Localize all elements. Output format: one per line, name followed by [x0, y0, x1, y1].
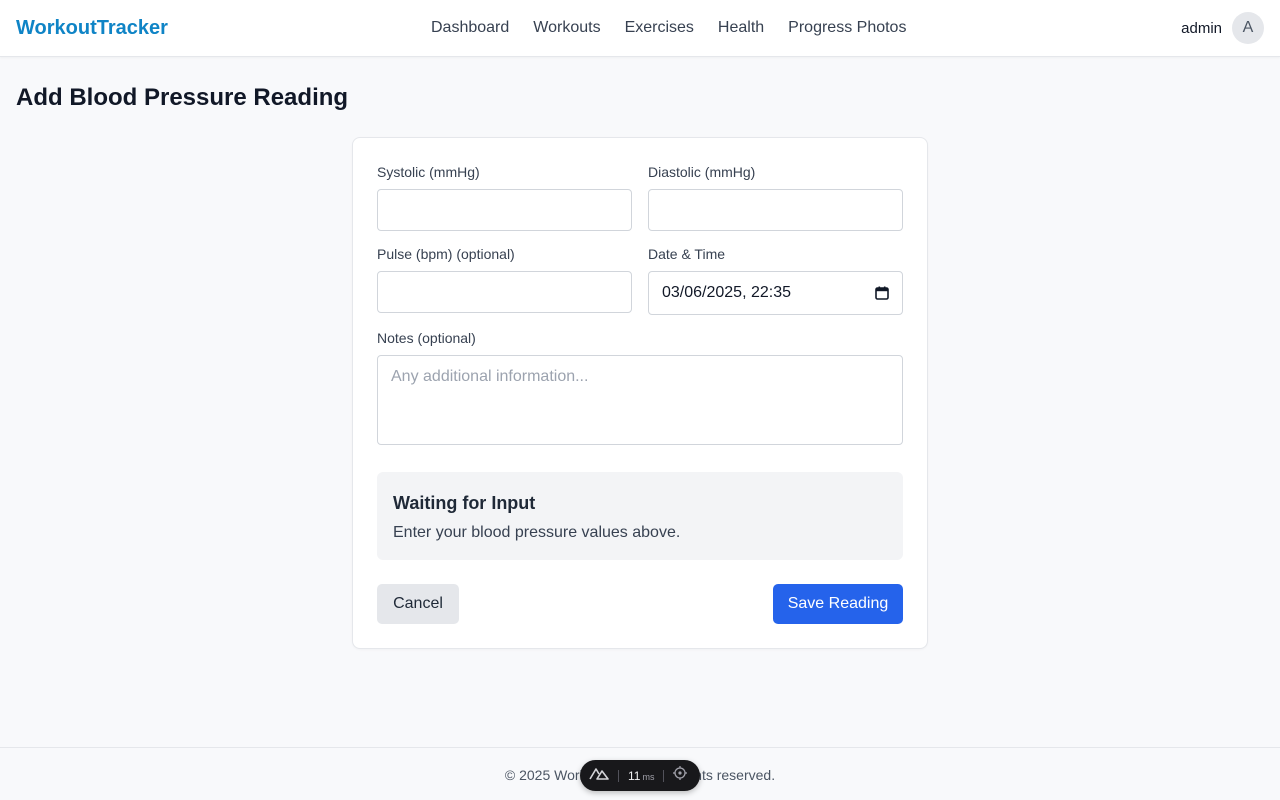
render-time: 11 ms [628, 768, 655, 783]
notes-textarea[interactable] [377, 355, 903, 445]
pulse-label: Pulse (bpm) (optional) [377, 246, 515, 262]
blood-pressure-form: Systolic (mmHg) Diastolic (mmHg) Pulse (… [352, 137, 928, 649]
notes-field: Notes (optional) [377, 330, 903, 450]
status-message: Enter your blood pressure values above. [393, 524, 681, 541]
datetime-label: Date & Time [648, 246, 726, 262]
diastolic-label: Diastolic (mmHg) [648, 164, 756, 180]
systolic-label: Systolic (mmHg) [377, 164, 480, 180]
top-navbar: WorkoutTracker Dashboard Workouts Exerci… [0, 0, 1280, 57]
notes-label: Notes (optional) [377, 330, 476, 346]
crosshair-icon[interactable] [673, 766, 688, 785]
datetime-value: 03/06/2025, 22:35 [662, 284, 792, 301]
status-panel: Waiting for Input Enter your blood press… [377, 472, 903, 560]
diastolic-field: Diastolic (mmHg) [648, 164, 903, 234]
nav-link-dashboard[interactable]: Dashboard [431, 18, 509, 38]
diastolic-input[interactable] [648, 189, 903, 231]
nav-link-exercises[interactable]: Exercises [625, 18, 694, 38]
datetime-field: Date & Time 03/06/2025, 22:35 [648, 246, 903, 316]
calendar-icon[interactable] [875, 286, 889, 300]
main-nav: Dashboard Workouts Exercises Health Prog… [431, 18, 906, 38]
user-menu[interactable]: admin A [1181, 12, 1264, 44]
systolic-field: Systolic (mmHg) [377, 164, 632, 234]
nav-link-health[interactable]: Health [718, 18, 764, 38]
nav-link-workouts[interactable]: Workouts [533, 18, 600, 38]
save-reading-button[interactable]: Save Reading [773, 584, 903, 624]
devtools-toolbar[interactable]: 11 ms [580, 760, 700, 791]
nuxt-logo-icon[interactable] [589, 766, 609, 785]
status-title: Waiting for Input [393, 493, 536, 513]
pulse-input[interactable] [377, 271, 632, 313]
pulse-field: Pulse (bpm) (optional) [377, 246, 632, 316]
cancel-button[interactable]: Cancel [377, 584, 459, 624]
avatar: A [1232, 12, 1264, 44]
username: admin [1181, 19, 1222, 37]
nav-link-progress-photos[interactable]: Progress Photos [788, 18, 906, 38]
devtools-divider [663, 769, 665, 782]
page-title: Add Blood Pressure Reading [16, 84, 349, 111]
systolic-input[interactable] [377, 189, 632, 231]
brand-logo-link[interactable]: WorkoutTracker [16, 16, 168, 40]
datetime-input[interactable]: 03/06/2025, 22:35 [648, 271, 903, 315]
devtools-divider [618, 769, 619, 782]
